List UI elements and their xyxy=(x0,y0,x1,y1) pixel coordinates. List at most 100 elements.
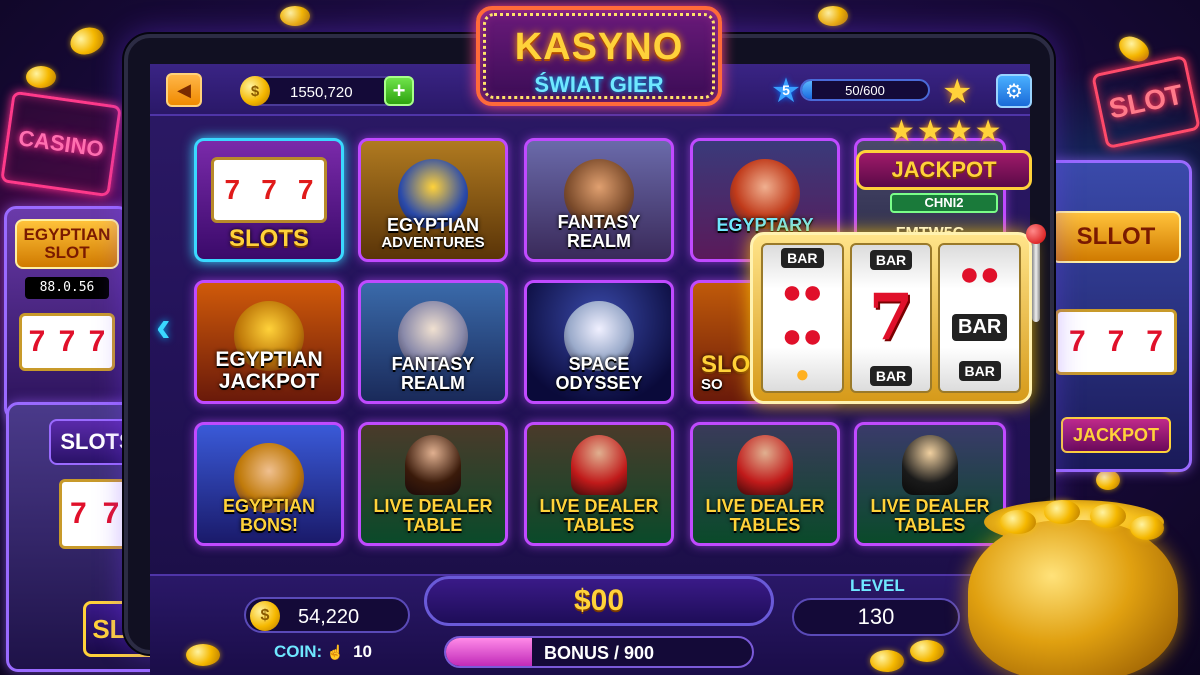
coin-icon xyxy=(870,650,904,672)
reel-symbol: 7 xyxy=(1068,325,1086,358)
coin-icon xyxy=(1130,516,1164,540)
coin-bet-line: COIN: ☝ 10 xyxy=(274,642,372,662)
slot-lever[interactable] xyxy=(1032,232,1040,322)
app-subtitle: ŚWIAT GIER xyxy=(534,72,664,97)
dealer-icon xyxy=(737,435,793,495)
bar-symbol: BAR xyxy=(952,314,1008,341)
bar-symbol: BAR xyxy=(781,247,824,268)
game-tile-slots[interactable]: 7 7 7 SLOTS xyxy=(194,138,344,262)
coin-icon xyxy=(1044,500,1080,524)
coin-value: 10 xyxy=(353,642,372,661)
right-slot-machine: SLLOT 7 7 7 JACKPOT xyxy=(1040,160,1192,472)
xp-progress-bar: 50/600 xyxy=(800,79,930,101)
gear-icon: ⚙ xyxy=(1005,80,1023,103)
game-tile-egyptian-bonus[interactable]: EGYPTIAN BONS! xyxy=(194,422,344,546)
game-tile-fantasy-realm[interactable]: FANTASY REALM xyxy=(524,138,674,262)
plus-icon: + xyxy=(392,78,406,103)
bar-symbol: BAR xyxy=(958,361,1001,381)
favorites-star-icon[interactable]: ★ xyxy=(942,72,972,112)
game-title-line2: ODYSSEY xyxy=(555,373,643,394)
game-title-line2: ADVENTURES xyxy=(381,234,485,252)
app-title: KASYNO xyxy=(514,26,684,68)
coin-icon xyxy=(26,66,56,88)
coin-icon xyxy=(186,644,220,666)
game-title: EGYPTIAN ADVENTURES xyxy=(361,216,505,251)
game-title: FANTASY REALM xyxy=(527,213,671,251)
cherry-icon: ●● xyxy=(959,255,1001,293)
dollar-coin-icon: $ xyxy=(240,76,270,106)
coin-icon xyxy=(280,6,310,26)
big-slot-reels: BAR ●● ●● ● BAR 7 BAR ●● BAR BAR xyxy=(750,232,1032,404)
game-title-line1: EGYPTIAN xyxy=(215,347,323,371)
game-title-line2: TABLES xyxy=(563,515,635,536)
game-tile-live-dealer-tables-1[interactable]: LIVE DEALER TABLES xyxy=(524,422,674,546)
game-title: LIVE DEALER TABLES xyxy=(693,497,837,535)
balance-value: 54,220 xyxy=(298,606,360,628)
game-title: LIVE DEALER TABLES xyxy=(857,497,1003,535)
level-badge: 5 xyxy=(782,82,790,98)
jackpot-banner[interactable]: JACKPOT xyxy=(856,150,1032,190)
reel-symbol: 7 xyxy=(102,497,120,530)
dealer-icon xyxy=(571,435,627,495)
right-machine-title: SLLOT xyxy=(1051,211,1181,263)
cherry-icon: ●● xyxy=(781,272,823,311)
add-coins-button[interactable]: + xyxy=(384,76,414,106)
xp-text: 50/600 xyxy=(845,83,885,98)
left-machine-title-line2: SLOT xyxy=(44,243,90,262)
game-title-line1: SPACE xyxy=(568,354,630,375)
game-title-line2: TABLE xyxy=(403,515,463,536)
game-tile-live-dealer-tables-2[interactable]: LIVE DEALER TABLES xyxy=(690,422,840,546)
neon-casino-sign: CASINO xyxy=(0,90,122,198)
game-title-line2: REALM xyxy=(567,231,631,252)
back-button[interactable]: ◀ xyxy=(166,73,202,107)
reel-symbol: 7 xyxy=(297,174,314,205)
lemon-icon: ● xyxy=(795,360,810,388)
game-tile-live-dealer-table[interactable]: LIVE DEALER TABLE xyxy=(358,422,508,546)
tile-reels: 7 7 7 xyxy=(211,157,327,223)
seven-symbol: 7 xyxy=(868,280,914,356)
scroll-left-arrow-icon[interactable]: ‹ xyxy=(156,302,171,352)
game-title-line1: FANTASY xyxy=(557,212,641,233)
jackpot-sub-label: CHNI2 xyxy=(890,193,998,213)
reel-symbol: 7 xyxy=(224,174,241,205)
bonus-text: BONUS / 900 xyxy=(543,643,655,663)
reel-symbol: 7 xyxy=(1146,325,1163,358)
game-title-line1: LIVE DEALER xyxy=(705,496,825,517)
game-title-line2: BONS! xyxy=(240,515,298,536)
game-title-line2: TABLES xyxy=(729,515,801,536)
reel-symbol: 7 xyxy=(58,325,76,358)
title-marquee: KASYNO ŚWIAT GIER xyxy=(476,6,722,106)
reel-1: BAR ●● ●● ● xyxy=(761,243,844,393)
reel-symbol: 7 xyxy=(1107,325,1125,358)
dollar-coin-icon: $ xyxy=(250,601,280,631)
game-tile-egyptian-adventures[interactable]: EGYPTIAN ADVENTURES xyxy=(358,138,508,262)
bar-symbol: BAR xyxy=(869,250,913,271)
game-title: SPACE ODYSSEY xyxy=(527,355,671,393)
coin-label: COIN: xyxy=(274,642,323,661)
game-tile-live-dealer-tables-3[interactable]: LIVE DEALER TABLES xyxy=(854,422,1006,546)
level-value: 130 xyxy=(792,598,960,636)
game-title-line1: LIVE DEALER xyxy=(373,496,493,517)
reel-symbol: 7 xyxy=(261,174,277,205)
left-machine-counter: 88.0.56 xyxy=(25,277,109,299)
reel-symbol: 7 xyxy=(28,325,46,358)
game-tile-space-odyssey[interactable]: SPACE ODYSSEY xyxy=(524,280,674,404)
game-title-line2: REALM xyxy=(401,373,465,394)
lever-knob-icon[interactable] xyxy=(1026,224,1046,244)
cherry-icon: ●● xyxy=(781,316,823,355)
game-title: FANTASY REALM xyxy=(361,355,505,393)
game-title-line1: LIVE DEALER xyxy=(539,496,659,517)
game-tile-egyptian-jackpot[interactable]: EGYPTIAN JACKPOT xyxy=(194,280,344,404)
coin-icon xyxy=(1096,470,1120,490)
pot-of-gold-icon xyxy=(968,520,1178,675)
game-title-line2: JACKPOT xyxy=(218,369,320,393)
game-title-line1: LIVE DEALER xyxy=(870,496,990,517)
coin-icon xyxy=(1090,504,1126,528)
game-tile-fantasy-realm-2[interactable]: FANTASY REALM xyxy=(358,280,508,404)
game-title: SLOTS xyxy=(228,224,309,252)
level-label: LEVEL xyxy=(850,576,905,595)
settings-button[interactable]: ⚙ xyxy=(996,74,1032,108)
left-machine-title-line1: EGYPTIAN xyxy=(23,225,111,245)
game-title-line1: EGYPTIAN xyxy=(386,215,479,236)
balance-pill: $ 54,220 xyxy=(244,597,410,633)
